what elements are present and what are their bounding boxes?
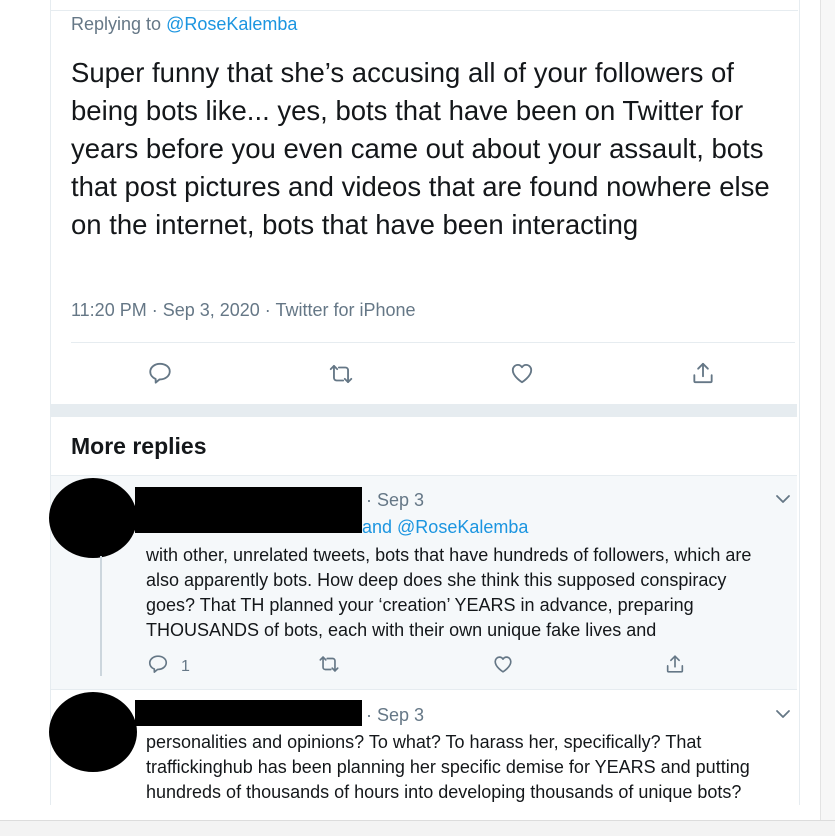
meta-divider <box>71 342 795 343</box>
heart-icon <box>492 653 514 680</box>
chevron-down-icon[interactable] <box>774 492 792 511</box>
avatar[interactable] <box>49 478 137 558</box>
window-bottom-edge <box>0 820 835 836</box>
share-button[interactable] <box>664 653 686 680</box>
replying-to-mention-link[interactable]: @RoseKalemba <box>166 14 297 34</box>
reply-icon <box>147 653 169 680</box>
share-button[interactable] <box>690 360 716 391</box>
reply-text: personalities and opinions? To what? To … <box>146 732 750 802</box>
share-icon <box>664 653 686 680</box>
heart-icon <box>509 360 535 391</box>
retweet-icon <box>318 653 340 680</box>
section-separator <box>51 404 797 417</box>
reply-icon <box>147 360 173 391</box>
reply-text: with other, unrelated tweets, bots that … <box>146 545 752 640</box>
thread-connector <box>100 556 102 676</box>
retweet-button[interactable] <box>328 361 354 392</box>
like-button[interactable] <box>492 653 514 680</box>
top-divider <box>50 10 798 11</box>
reply-button[interactable]: 1 <box>147 653 190 680</box>
chevron-down-icon[interactable] <box>774 707 792 726</box>
avatar[interactable] <box>49 692 137 772</box>
redacted-username <box>135 700 362 726</box>
reply-date[interactable]: · Sep 3 <box>366 705 424 726</box>
retweet-button[interactable] <box>318 653 340 680</box>
like-button[interactable] <box>509 360 535 391</box>
tweet-text: Super funny that she’s accusing all of y… <box>71 57 770 240</box>
reply-button[interactable] <box>147 360 173 391</box>
reply-date[interactable]: · Sep 3 <box>366 490 424 511</box>
retweet-icon <box>328 361 354 392</box>
more-replies-heading: More replies <box>71 433 207 459</box>
tweet-timestamp[interactable]: 11:20 PM · Sep 3, 2020 · Twitter for iPh… <box>71 300 416 321</box>
share-icon <box>690 360 716 391</box>
replying-to-line: Replying to @RoseKalemba <box>71 14 297 35</box>
replying-prefix: Replying to <box>71 14 167 34</box>
scrollbar[interactable] <box>820 0 835 820</box>
redacted-username <box>135 487 362 533</box>
replying-to-mentions-link[interactable]: and @RoseKalemba <box>362 517 528 538</box>
reply-count: 1 <box>181 657 190 675</box>
